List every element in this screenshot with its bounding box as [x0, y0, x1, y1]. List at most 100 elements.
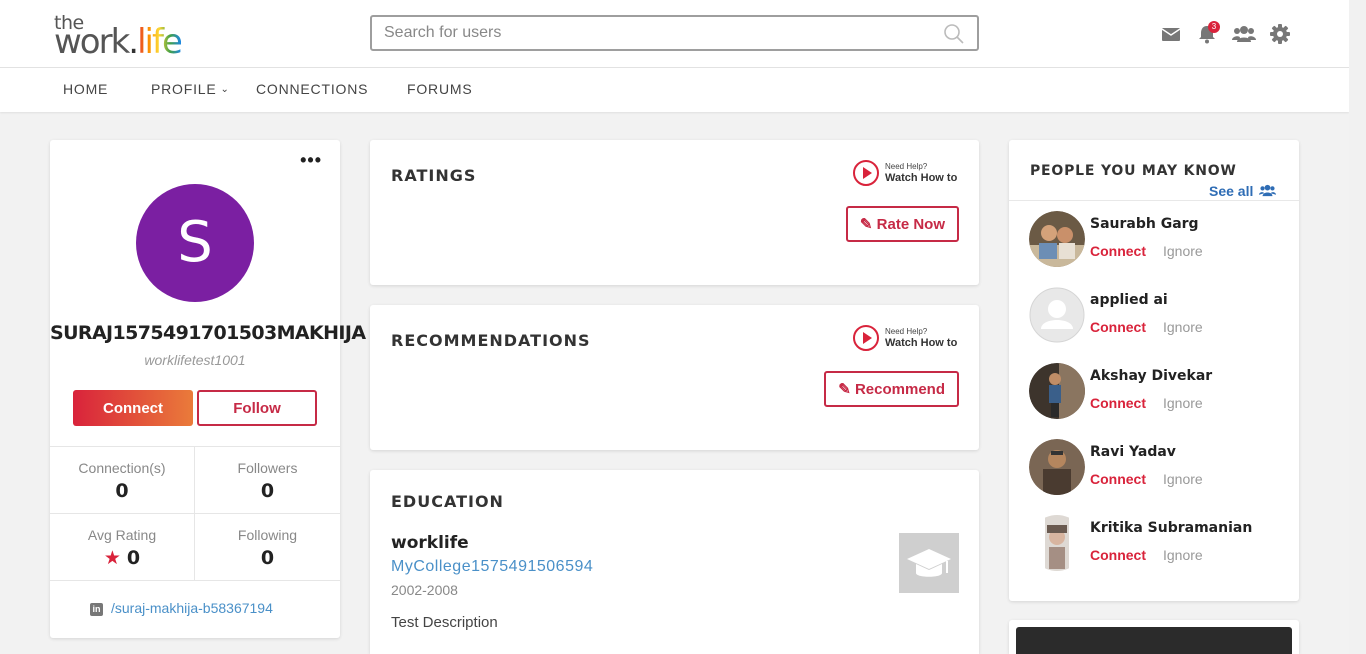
stat-following[interactable]: Following 0 — [195, 514, 340, 581]
help-small-text: Need Help? — [885, 327, 928, 336]
nav-forums[interactable]: FORUMS — [407, 81, 472, 97]
ratings-card: RATINGS Need Help? Watch How to ✎ Rate N… — [370, 140, 979, 285]
nav-profile-label: PROFILE — [151, 81, 217, 97]
linkedin-icon: in — [90, 603, 103, 616]
stat-connections[interactable]: Connection(s) 0 — [50, 447, 195, 514]
watch-help-link[interactable]: Need Help? Watch How to — [853, 325, 959, 353]
rate-now-label: Rate Now — [876, 216, 945, 233]
stat-followers-value: 0 — [260, 480, 275, 502]
stat-following-label: Following — [237, 527, 298, 543]
default-avatar-icon[interactable] — [1029, 287, 1085, 343]
page-scrollbar[interactable] — [1349, 0, 1366, 654]
avatar: S — [136, 184, 254, 302]
help-small-text: Need Help? — [885, 162, 928, 171]
stat-connections-value: 0 — [115, 480, 129, 502]
play-icon — [853, 160, 879, 186]
education-school: worklife — [391, 533, 469, 553]
suggestion-connect-button[interactable]: Connect — [1090, 471, 1146, 487]
profile-username: worklifetest1001 — [144, 352, 246, 368]
media-preview[interactable] — [1016, 627, 1292, 654]
stat-following-value: 0 — [260, 547, 275, 569]
pymk-card: PEOPLE YOU MAY KNOW See all Saurabh Garg… — [1009, 140, 1299, 601]
gear-icon[interactable] — [1269, 23, 1291, 45]
suggestion-connect-button[interactable]: Connect — [1090, 243, 1146, 259]
logo-life: life — [137, 22, 183, 62]
pymk-divider — [1009, 200, 1299, 201]
connect-button[interactable]: Connect — [73, 390, 193, 426]
logo-wordmark: work.life — [54, 22, 183, 62]
stat-followers[interactable]: Followers 0 — [195, 447, 340, 514]
recommendations-card: RECOMMENDATIONS Need Help? Watch How to … — [370, 305, 979, 450]
suggestion-ignore-button[interactable]: Ignore — [1163, 319, 1203, 335]
recommendations-title: RECOMMENDATIONS — [391, 331, 591, 350]
avatar[interactable] — [1029, 439, 1085, 495]
pencil-icon: ✎ — [859, 216, 877, 233]
suggestion-ignore-button[interactable]: Ignore — [1163, 395, 1203, 411]
suggestion-name[interactable]: Kritika Subramanian — [1090, 520, 1252, 536]
recommend-label: Recommend — [854, 381, 945, 398]
suggestion-connect-button[interactable]: Connect — [1090, 547, 1146, 563]
play-icon — [853, 325, 879, 351]
profile-stats: Connection(s) 0 Followers 0 Avg Rating ★… — [50, 446, 340, 581]
suggestion-connect-button[interactable]: Connect — [1090, 319, 1146, 335]
search-input[interactable] — [372, 17, 912, 49]
profile-name: SURAJ1575491701503MAKHIJA — [50, 322, 366, 344]
linkedin-link[interactable]: in/suraj-makhija-b58367194 — [90, 600, 273, 616]
profile-card: ••• S SURAJ1575491701503MAKHIJA worklife… — [50, 140, 366, 638]
education-description: Test Description — [391, 614, 498, 631]
education-title: EDUCATION — [391, 492, 504, 511]
avatar[interactable] — [1029, 211, 1085, 267]
users-icon — [1259, 184, 1277, 197]
users-icon[interactable] — [1232, 23, 1256, 45]
pencil-icon: ✎ — [838, 381, 855, 398]
suggestion-ignore-button[interactable]: Ignore — [1163, 547, 1203, 563]
main-nav: HOME PROFILE ⌄ CONNECTIONS FORUMS — [0, 68, 1349, 112]
linkedin-url: /suraj-makhija-b58367194 — [111, 600, 273, 616]
ratings-title: RATINGS — [391, 166, 477, 185]
top-header: the work.life 3 — [0, 0, 1349, 68]
suggestion-name[interactable]: applied ai — [1090, 292, 1168, 308]
suggestion-ignore-button[interactable]: Ignore — [1163, 243, 1203, 259]
see-all-label: See all — [1209, 183, 1254, 199]
suggestion-item: Kritika Subramanian Connect Ignore — [1029, 515, 1289, 571]
pymk-title: PEOPLE YOU MAY KNOW — [1030, 163, 1237, 179]
suggestion-name[interactable]: Saurabh Garg — [1090, 216, 1199, 232]
stat-rating-label: Avg Rating — [87, 527, 157, 543]
logo-dot: . — [128, 22, 139, 62]
nav-profile[interactable]: PROFILE ⌄ — [151, 81, 230, 97]
worklife-logo[interactable]: the work.life — [54, 12, 214, 62]
follow-button[interactable]: Follow — [197, 390, 317, 426]
education-years: 2002-2008 — [391, 582, 458, 598]
avatar[interactable] — [1029, 515, 1085, 571]
stat-rating-value: 0 — [126, 547, 141, 569]
suggestion-item: Akshay Divekar Connect Ignore — [1029, 363, 1289, 419]
suggestion-name[interactable]: Akshay Divekar — [1090, 368, 1212, 384]
nav-home[interactable]: HOME — [63, 81, 108, 97]
suggestion-name[interactable]: Ravi Yadav — [1090, 444, 1176, 460]
star-icon: ★ — [103, 547, 121, 569]
watch-help-link[interactable]: Need Help? Watch How to — [853, 160, 959, 188]
education-college-link[interactable]: MyCollege1575491506594 — [391, 558, 593, 576]
notifications-button[interactable]: 3 — [1196, 21, 1220, 45]
more-options-icon[interactable]: ••• — [300, 150, 322, 171]
suggestion-ignore-button[interactable]: Ignore — [1163, 471, 1203, 487]
stat-rating: Avg Rating ★ 0 — [50, 514, 195, 581]
mail-icon[interactable] — [1160, 23, 1182, 45]
avatar[interactable] — [1029, 363, 1085, 419]
see-all-link[interactable]: See all — [1209, 183, 1277, 199]
rate-now-button[interactable]: ✎ Rate Now — [845, 206, 959, 242]
stat-followers-label: Followers — [237, 460, 298, 476]
help-big-text: Watch How to — [885, 337, 958, 349]
education-card: EDUCATION worklife MyCollege157549150659… — [370, 470, 979, 654]
search-box — [370, 15, 979, 51]
recommend-button[interactable]: ✎ Recommend — [824, 371, 959, 407]
suggestion-connect-button[interactable]: Connect — [1090, 395, 1146, 411]
nav-connections[interactable]: CONNECTIONS — [256, 81, 368, 97]
stat-connections-label: Connection(s) — [78, 460, 166, 476]
search-icon[interactable] — [943, 23, 965, 45]
chevron-down-icon: ⌄ — [220, 84, 230, 95]
suggestion-item: Saurabh Garg Connect Ignore — [1029, 211, 1289, 267]
suggestion-item: applied ai Connect Ignore — [1029, 287, 1289, 343]
logo-work: work — [54, 22, 130, 62]
graduation-cap-icon — [899, 533, 959, 593]
